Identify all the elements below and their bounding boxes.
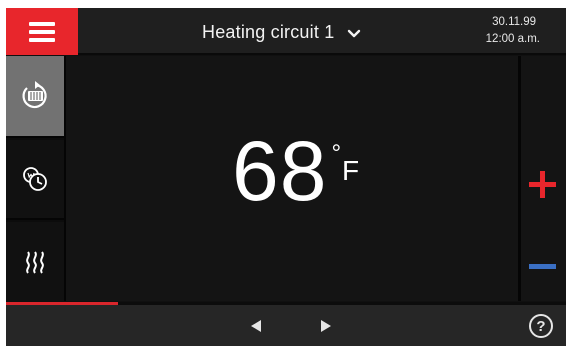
temperature-controls: [521, 56, 566, 301]
hamburger-menu-icon: [29, 21, 55, 42]
thermostat-screen: Heating circuit 1 30.11.99 12:00 a.m. 68…: [6, 8, 566, 346]
radiator-cycle-icon: [22, 81, 47, 109]
sidebar-item-heating[interactable]: [6, 222, 64, 301]
temperature-value: 68: [232, 124, 328, 218]
decrease-temperature-button[interactable]: [529, 259, 556, 275]
date-time-display: 30.11.99 12:00 a.m.: [486, 14, 540, 48]
footer-bar: ?: [6, 305, 566, 346]
sidebar-item-timer-program[interactable]: [6, 140, 64, 220]
mode-sidebar: [6, 56, 64, 301]
arrow-left-icon[interactable]: [248, 318, 264, 334]
arrow-right-icon[interactable]: [318, 318, 334, 334]
increase-temperature-button[interactable]: [529, 171, 556, 198]
circuit-selector[interactable]: Heating circuit 1: [202, 18, 361, 46]
temperature-unit: ° F: [331, 140, 360, 186]
clock-program-icon: [23, 167, 47, 191]
unit-letter: F: [342, 155, 360, 186]
degree-symbol: °: [331, 140, 342, 167]
temperature-readout: 68 ° F: [232, 129, 359, 213]
menu-button[interactable]: [6, 8, 78, 55]
help-button[interactable]: ?: [529, 314, 553, 338]
time-text: 12:00 a.m.: [485, 33, 540, 45]
sidebar-item-manual-mode[interactable]: [6, 56, 64, 138]
header-bar: Heating circuit 1 30.11.99 12:00 a.m.: [6, 8, 566, 55]
main-display: 68 ° F: [66, 56, 518, 301]
chevron-down-icon: [348, 29, 361, 38]
circuit-title: Heating circuit 1: [202, 21, 335, 42]
heat-waves-icon: [26, 250, 44, 274]
date-text: 30.11.99: [492, 16, 536, 28]
